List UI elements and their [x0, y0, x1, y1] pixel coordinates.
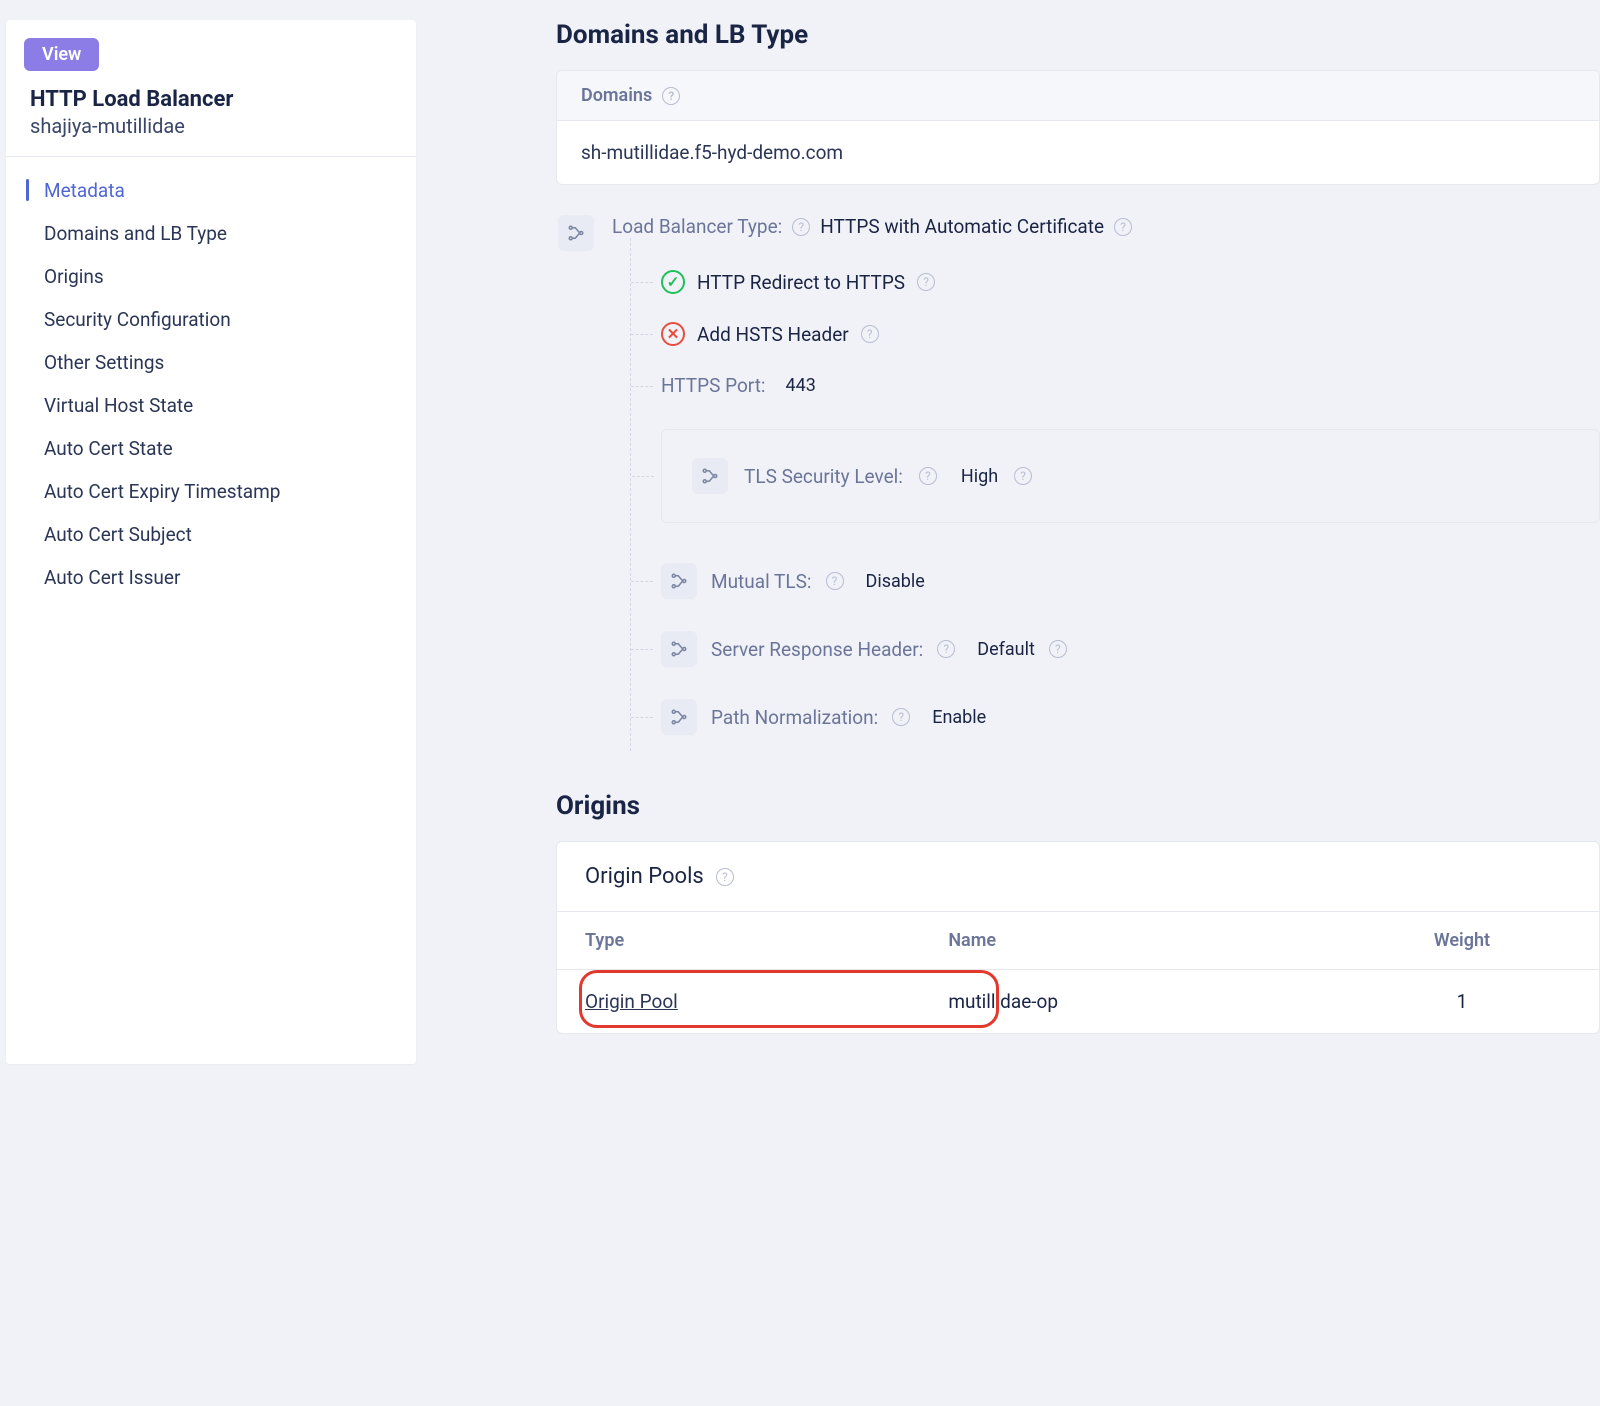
branch-icon: [558, 215, 594, 251]
mtls-value: Disable: [866, 571, 925, 592]
origin-pools-label: Origin Pools: [585, 864, 704, 889]
origin-pools-header: Origin Pools ?: [557, 842, 1599, 912]
lb-type-row: Load Balancer Type: ? HTTPS with Automat…: [556, 215, 1600, 751]
branch-icon: [692, 458, 728, 494]
section-title-domains: Domains and LB Type: [556, 20, 1600, 50]
origin-pools-card: Origin Pools ? Type Name Weight Origin P…: [556, 841, 1600, 1034]
help-icon[interactable]: ?: [1049, 640, 1067, 658]
domains-card-header: Domains ?: [557, 71, 1599, 121]
panel-title: HTTP Load Balancer: [30, 87, 416, 112]
nav-item-autocertsubject[interactable]: Auto Cert Subject: [26, 513, 416, 556]
help-icon[interactable]: ?: [1014, 467, 1032, 485]
origin-pool-name: mutillidae-op: [920, 970, 1325, 1034]
main: Domains and LB Type Domains ? sh-mutilli…: [556, 20, 1600, 1064]
help-icon[interactable]: ?: [917, 273, 935, 291]
help-icon[interactable]: ?: [937, 640, 955, 658]
help-icon[interactable]: ?: [826, 572, 844, 590]
divider: [6, 156, 416, 157]
nav-item-other[interactable]: Other Settings: [26, 341, 416, 384]
nav-item-vhstate[interactable]: Virtual Host State: [26, 384, 416, 427]
http-redirect-row: ✓ HTTP Redirect to HTTPS ?: [661, 256, 1600, 308]
branch-icon: [661, 563, 697, 599]
nav-item-domains[interactable]: Domains and LB Type: [26, 212, 416, 255]
col-type: Type: [557, 912, 920, 970]
help-icon[interactable]: ?: [861, 325, 879, 343]
lb-type-label: Load Balancer Type:: [612, 215, 782, 238]
srh-row: Server Response Header: ? Default ?: [661, 615, 1600, 683]
help-icon[interactable]: ?: [1114, 218, 1132, 236]
x-circle-icon: ✕: [661, 322, 685, 346]
sidebar: View HTTP Load Balancer shajiya-mutillid…: [6, 20, 416, 1064]
nav-item-autocertissuer[interactable]: Auto Cert Issuer: [26, 556, 416, 599]
panel-subtitle: shajiya-mutillidae: [30, 114, 416, 138]
https-port-value: 443: [786, 375, 816, 396]
tls-value: High: [961, 466, 998, 487]
table-row: Origin Pool mutillidae-op 1: [557, 970, 1599, 1034]
branch-icon: [661, 699, 697, 735]
origin-pool-weight: 1: [1325, 970, 1599, 1034]
mtls-label: Mutual TLS:: [711, 570, 812, 593]
http-redirect-label: HTTP Redirect to HTTPS: [697, 271, 905, 294]
nav-list: Metadata Domains and LB Type Origins Sec…: [6, 169, 416, 599]
nav-item-security[interactable]: Security Configuration: [26, 298, 416, 341]
nav-item-metadata[interactable]: Metadata: [26, 169, 416, 212]
mtls-row: Mutual TLS: ? Disable: [661, 547, 1600, 615]
help-icon[interactable]: ?: [662, 87, 680, 105]
nav-item-autocertexpiry[interactable]: Auto Cert Expiry Timestamp: [26, 470, 416, 513]
domains-card: Domains ? sh-mutillidae.f5-hyd-demo.com: [556, 70, 1600, 185]
help-icon[interactable]: ?: [892, 708, 910, 726]
col-name: Name: [920, 912, 1325, 970]
hsts-label: Add HSTS Header: [697, 323, 849, 346]
hsts-row: ✕ Add HSTS Header ?: [661, 308, 1600, 360]
help-icon[interactable]: ?: [716, 868, 734, 886]
nav-item-origins[interactable]: Origins: [26, 255, 416, 298]
https-port-label: HTTPS Port:: [661, 374, 766, 397]
nav-item-autocertstate[interactable]: Auto Cert State: [26, 427, 416, 470]
tls-label: TLS Security Level:: [744, 465, 903, 488]
domains-label: Domains: [581, 85, 652, 106]
branch-icon: [661, 631, 697, 667]
section-title-origins: Origins: [556, 791, 1600, 821]
view-badge: View: [24, 38, 99, 71]
tls-card: TLS Security Level: ? High ?: [661, 429, 1600, 523]
check-circle-icon: ✓: [661, 270, 685, 294]
lb-type-value: HTTPS with Automatic Certificate: [820, 215, 1104, 238]
help-icon[interactable]: ?: [792, 218, 810, 236]
https-port-row: HTTPS Port: 443: [661, 360, 1600, 411]
origin-pools-table: Type Name Weight Origin Pool mutillidae-…: [557, 912, 1599, 1033]
path-label: Path Normalization:: [711, 706, 878, 729]
col-weight: Weight: [1325, 912, 1599, 970]
path-row: Path Normalization: ? Enable: [661, 683, 1600, 751]
help-icon[interactable]: ?: [919, 467, 937, 485]
origin-pool-link[interactable]: Origin Pool: [585, 990, 678, 1013]
srh-label: Server Response Header:: [711, 638, 923, 661]
srh-value: Default: [977, 639, 1035, 660]
domains-value: sh-mutillidae.f5-hyd-demo.com: [557, 121, 1599, 184]
path-value: Enable: [932, 707, 986, 728]
